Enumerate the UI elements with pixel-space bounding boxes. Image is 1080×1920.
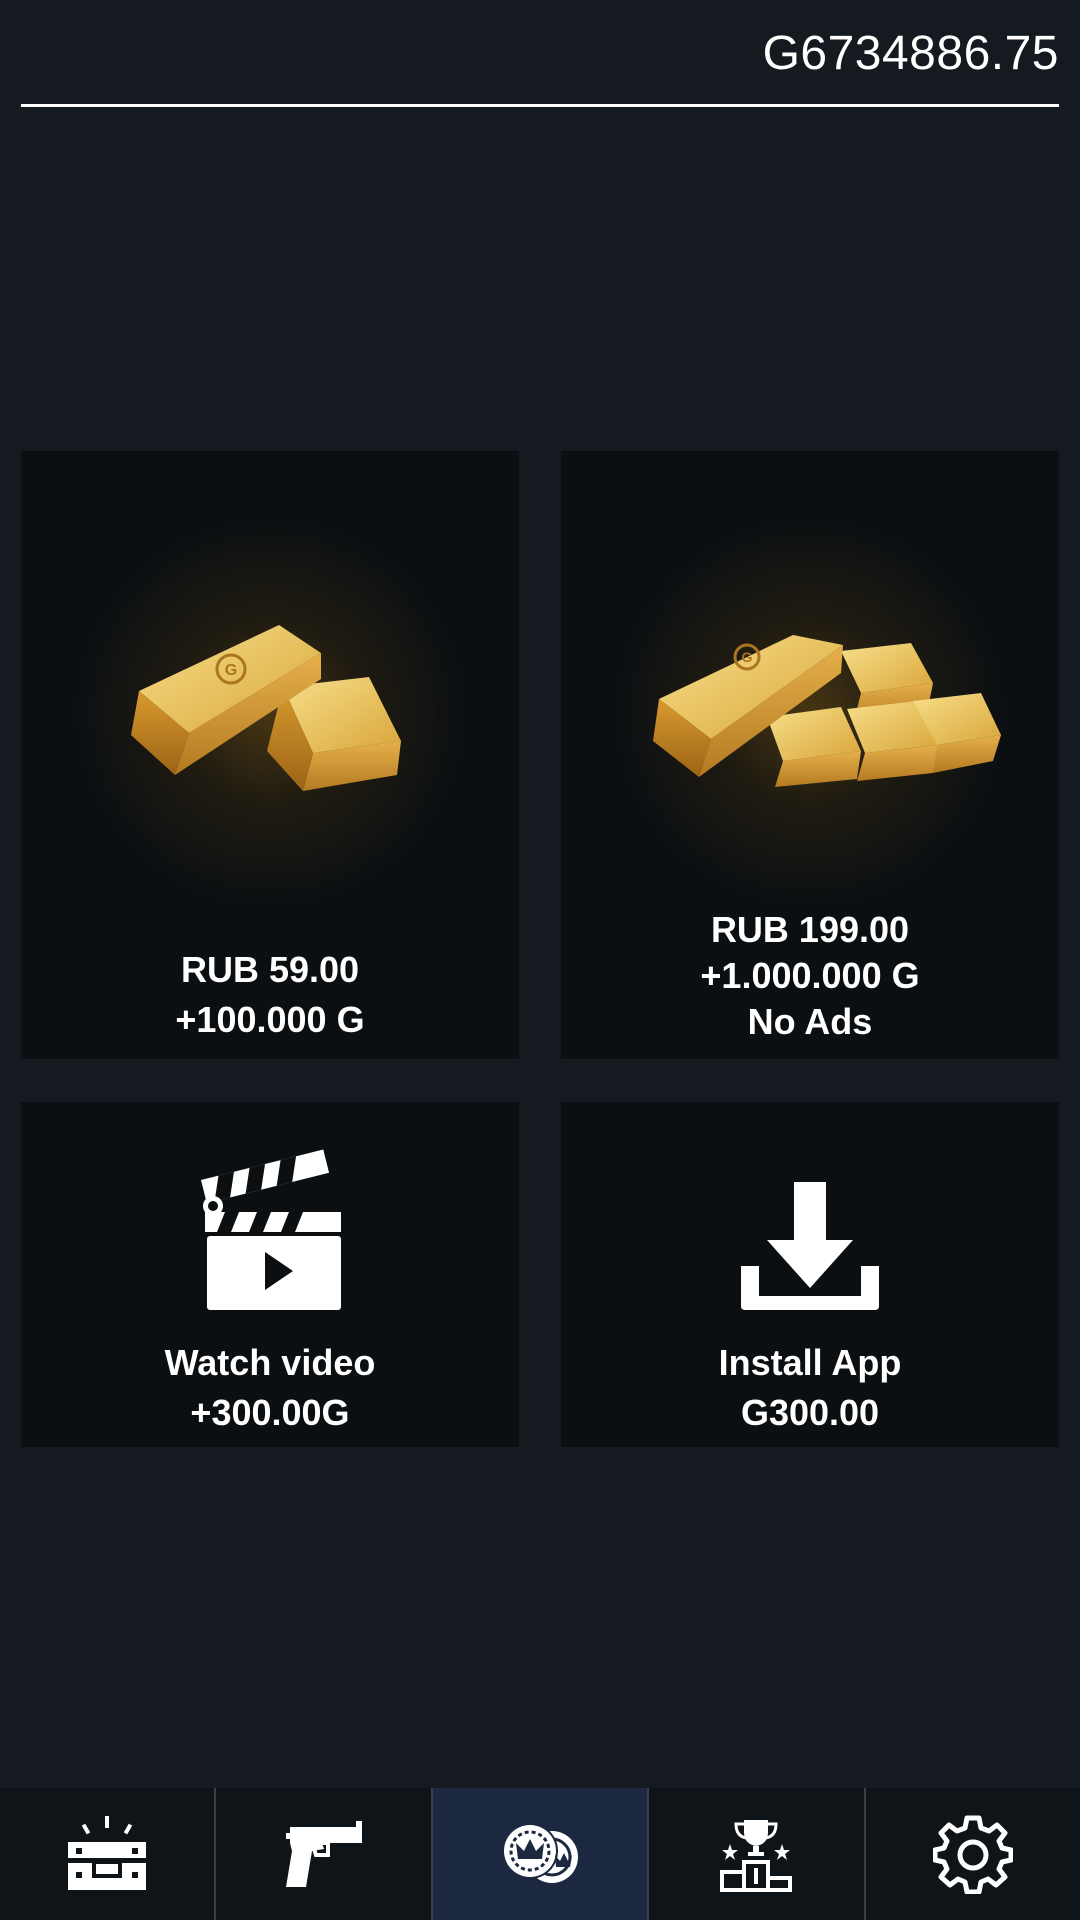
offer-text: RUB 59.00 +100.000 G [21,945,519,1045]
clapperboard-icon [201,1149,341,1310]
offer-text: Watch video +300.00G [21,1338,519,1438]
nav-tab-toolbox[interactable] [0,1788,217,1920]
offer-reward: G300.00 [740,1392,880,1433]
svg-text:G: G [742,649,753,665]
toolbox-icon [68,1816,147,1890]
gear-icon [932,1815,1013,1894]
coins-crown-icon [502,1823,579,1883]
gold-bars-image: G [653,635,1001,787]
nav-tab-shop[interactable] [432,1788,650,1920]
svg-text:G: G [225,662,237,679]
offer-reward: +300.00G [190,1392,350,1433]
offer-card-small-gold[interactable]: G RUB 59.00 +100.000 G [21,451,519,1059]
offer-extra: No Ads [747,1001,873,1042]
offer-title: Install App [718,1342,902,1383]
gold-balance: G6734886.75 [762,27,1059,80]
gold-bars-image: G [131,625,401,791]
nav-tab-weapons[interactable] [216,1788,433,1920]
trophy-podium-icon [720,1820,793,1892]
watch-video-card[interactable]: Watch video +300.00G [21,1102,519,1447]
bottom-nav [0,1788,1080,1920]
offer-price: RUB 59.00 [180,949,360,990]
header-divider [21,104,1059,107]
nav-tab-leaderboard[interactable] [649,1788,866,1920]
offer-reward: +1.000.000 G [700,955,920,996]
offer-reward: +100.000 G [175,999,365,1040]
offer-text: Install App G300.00 [561,1338,1059,1438]
offer-title: Watch video [164,1342,376,1383]
pistol-icon [285,1821,362,1887]
header: G6734886.75 [21,0,1059,108]
nav-tab-settings[interactable] [866,1788,1080,1920]
install-app-card[interactable]: Install App G300.00 [561,1102,1059,1447]
offer-price: RUB 199.00 [710,909,910,950]
offer-card-large-gold[interactable]: G RUB 199.00 +1.000.000 G No Ads [561,451,1059,1059]
download-icon [741,1182,879,1310]
offer-text: RUB 199.00 +1.000.000 G No Ads [561,907,1059,1045]
